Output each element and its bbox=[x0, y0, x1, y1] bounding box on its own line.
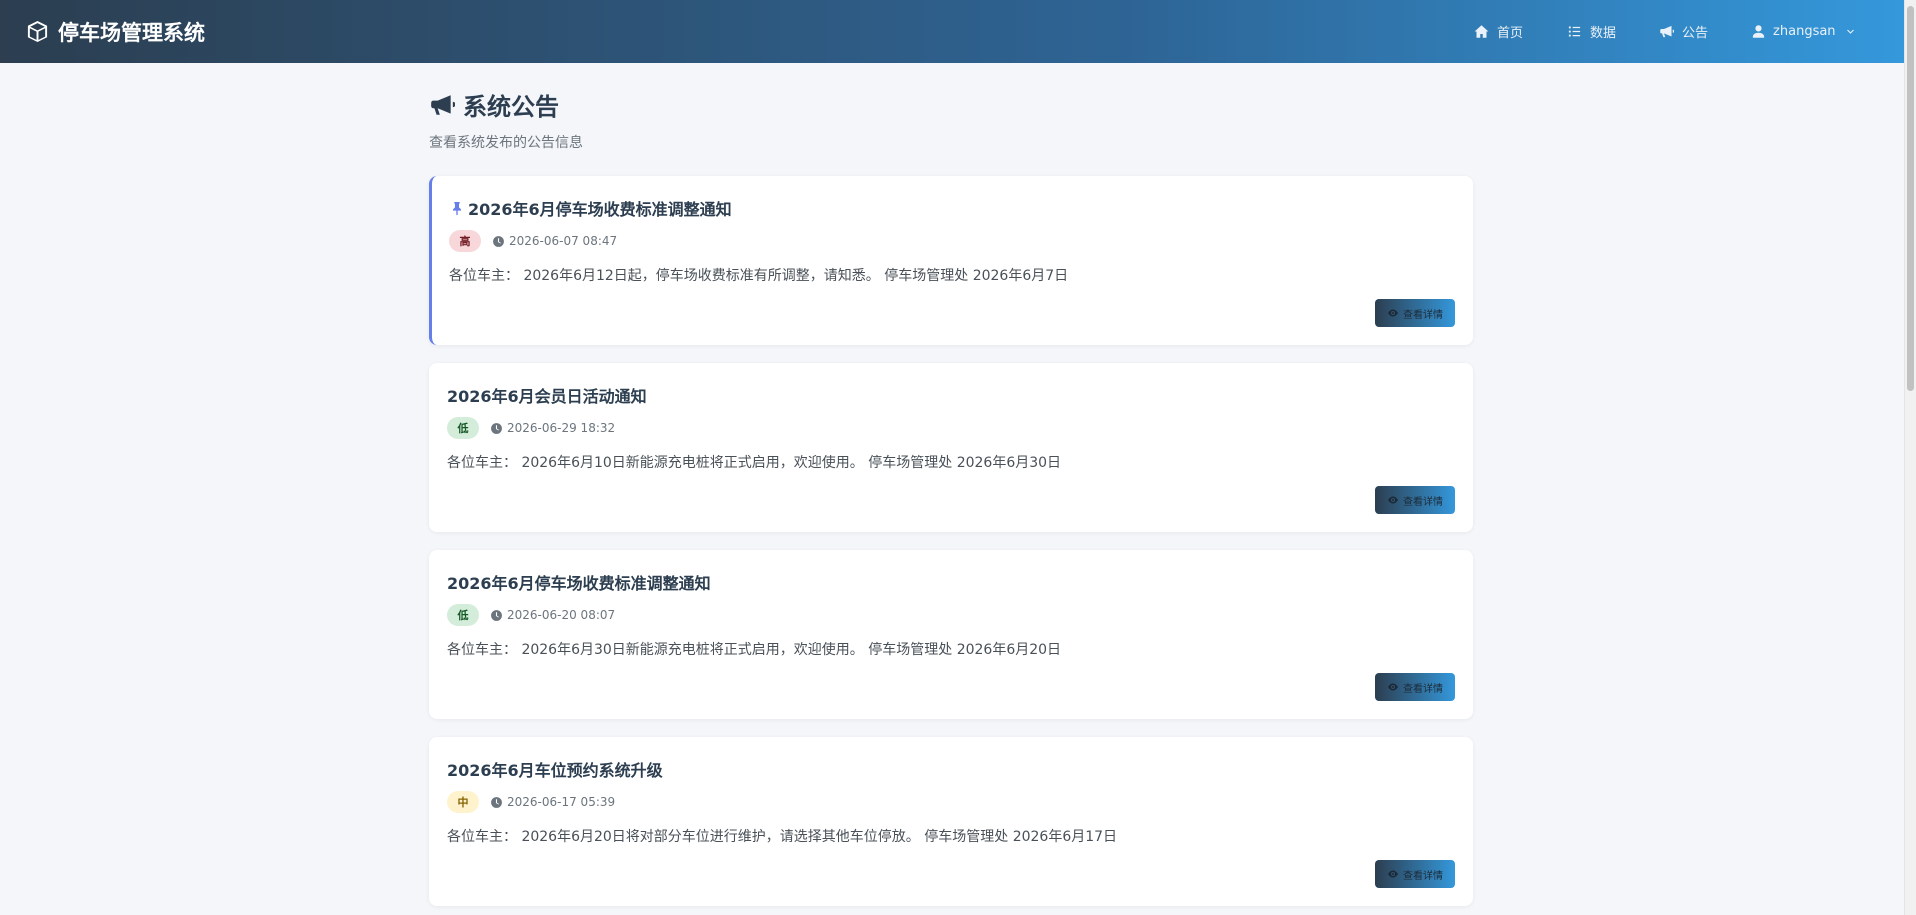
list-icon bbox=[1568, 26, 1581, 37]
announcement-time-text: 2026-06-29 18:32 bbox=[507, 421, 616, 435]
view-detail-button[interactable]: 查看详情 bbox=[1375, 486, 1455, 514]
announcement-title-text: 2026年6月停车场收费标准调整通知 bbox=[468, 200, 732, 219]
page-title: 系统公告 bbox=[429, 87, 559, 122]
view-detail-button[interactable]: 查看详情 bbox=[1375, 860, 1455, 888]
chevron-down-icon bbox=[1846, 29, 1854, 34]
announcement-card: 2026年6月停车场收费标准调整通知 低 2026-06-20 08:07 各位… bbox=[429, 550, 1473, 719]
username: zhangsan bbox=[1773, 24, 1836, 39]
user-menu[interactable]: zhangsan bbox=[1751, 0, 1855, 63]
announcement-content: 各位车主： 2026年6月30日新能源充电桩将正式启用，欢迎使用。 停车场管理处… bbox=[447, 642, 1062, 658]
nav-home-label: 首页 bbox=[1497, 26, 1524, 41]
announcement-meta: 中 2026-06-17 05:39 bbox=[447, 791, 615, 813]
eye-icon bbox=[1388, 496, 1398, 504]
view-detail-label: 查看详情 bbox=[1403, 683, 1443, 695]
announcement-content: 各位车主： 2026年6月20日将对部分车位进行维护，请选择其他车位停放。 停车… bbox=[447, 829, 1118, 845]
bullhorn-icon bbox=[431, 94, 455, 115]
announcement-card: 2026年6月停车场收费标准调整通知 高 2026-06-07 08:47 各位… bbox=[429, 176, 1473, 345]
pin-icon bbox=[453, 202, 461, 216]
nav-item-notice[interactable]: 公告 bbox=[1659, 0, 1708, 63]
announcement-meta: 低 2026-06-20 08:07 bbox=[447, 604, 615, 626]
clock-icon bbox=[493, 235, 504, 247]
announcement-card: 2026年6月会员日活动通知 低 2026-06-29 18:32 各位车主： … bbox=[429, 363, 1473, 532]
announcement-time: 2026-06-17 05:39 bbox=[490, 795, 615, 809]
page-subtitle: 查看系统发布的公告信息 bbox=[429, 135, 583, 151]
announcement-title[interactable]: 2026年6月会员日活动通知 bbox=[447, 383, 647, 407]
top-navbar: 停车场管理系统 首页 数据 公告 zhangsan bbox=[0, 0, 1904, 63]
page-title-text: 系统公告 bbox=[463, 93, 559, 121]
view-detail-label: 查看详情 bbox=[1403, 309, 1443, 321]
nav-menu: 首页 数据 公告 zhangsan bbox=[1474, 0, 1855, 63]
announcement-card: 2026年6月车位预约系统升级 中 2026-06-17 05:39 各位车主：… bbox=[429, 737, 1473, 906]
clock-icon bbox=[491, 796, 502, 808]
priority-badge: 低 bbox=[447, 417, 479, 439]
announcement-time: 2026-06-29 18:32 bbox=[490, 421, 615, 435]
eye-icon bbox=[1388, 683, 1398, 691]
announcement-content: 各位车主： 2026年6月10日新能源充电桩将正式启用，欢迎使用。 停车场管理处… bbox=[447, 455, 1062, 471]
nav-data-label: 数据 bbox=[1590, 26, 1617, 41]
announcement-time-text: 2026-06-17 05:39 bbox=[507, 795, 616, 809]
nav-item-data[interactable]: 数据 bbox=[1567, 0, 1616, 63]
home-icon bbox=[1474, 25, 1489, 38]
announcement-meta: 高 2026-06-07 08:47 bbox=[449, 230, 617, 252]
priority-badge: 中 bbox=[447, 791, 479, 813]
priority-badge: 低 bbox=[447, 604, 479, 626]
announcement-time-text: 2026-06-20 08:07 bbox=[507, 608, 616, 622]
announcement-title[interactable]: 2026年6月停车场收费标准调整通知 bbox=[449, 196, 732, 220]
announcement-title[interactable]: 2026年6月车位预约系统升级 bbox=[447, 757, 663, 781]
announcement-title-text: 2026年6月会员日活动通知 bbox=[447, 387, 647, 406]
brand[interactable]: 停车场管理系统 bbox=[26, 0, 205, 63]
nav-notice-label: 公告 bbox=[1682, 26, 1709, 41]
announcement-meta: 低 2026-06-29 18:32 bbox=[447, 417, 615, 439]
priority-badge: 高 bbox=[449, 230, 481, 252]
view-detail-button[interactable]: 查看详情 bbox=[1375, 299, 1455, 327]
scrollbar-thumb[interactable] bbox=[1907, 6, 1914, 391]
announcement-title-text: 2026年6月车位预约系统升级 bbox=[447, 761, 663, 780]
view-detail-label: 查看详情 bbox=[1403, 870, 1443, 882]
view-detail-button[interactable]: 查看详情 bbox=[1375, 673, 1455, 701]
cube-icon bbox=[27, 20, 48, 43]
announcement-content: 各位车主： 2026年6月12日起，停车场收费标准有所调整，请知悉。 停车场管理… bbox=[449, 268, 1069, 284]
nav-item-home[interactable]: 首页 bbox=[1474, 0, 1523, 63]
bullhorn-icon bbox=[1660, 25, 1675, 38]
announcement-time: 2026-06-07 08:47 bbox=[492, 234, 617, 248]
announcement-time: 2026-06-20 08:07 bbox=[490, 608, 615, 622]
announcement-title-text: 2026年6月停车场收费标准调整通知 bbox=[447, 574, 711, 593]
clock-icon bbox=[491, 422, 502, 434]
clock-icon bbox=[491, 609, 502, 621]
eye-icon bbox=[1388, 309, 1398, 317]
announcement-time-text: 2026-06-07 08:47 bbox=[509, 234, 618, 248]
brand-name: 停车场管理系统 bbox=[58, 20, 205, 45]
announcement-title[interactable]: 2026年6月停车场收费标准调整通知 bbox=[447, 570, 711, 594]
user-icon bbox=[1752, 25, 1765, 38]
eye-icon bbox=[1388, 870, 1398, 878]
page-scrollbar[interactable] bbox=[1904, 0, 1916, 915]
view-detail-label: 查看详情 bbox=[1403, 496, 1443, 508]
